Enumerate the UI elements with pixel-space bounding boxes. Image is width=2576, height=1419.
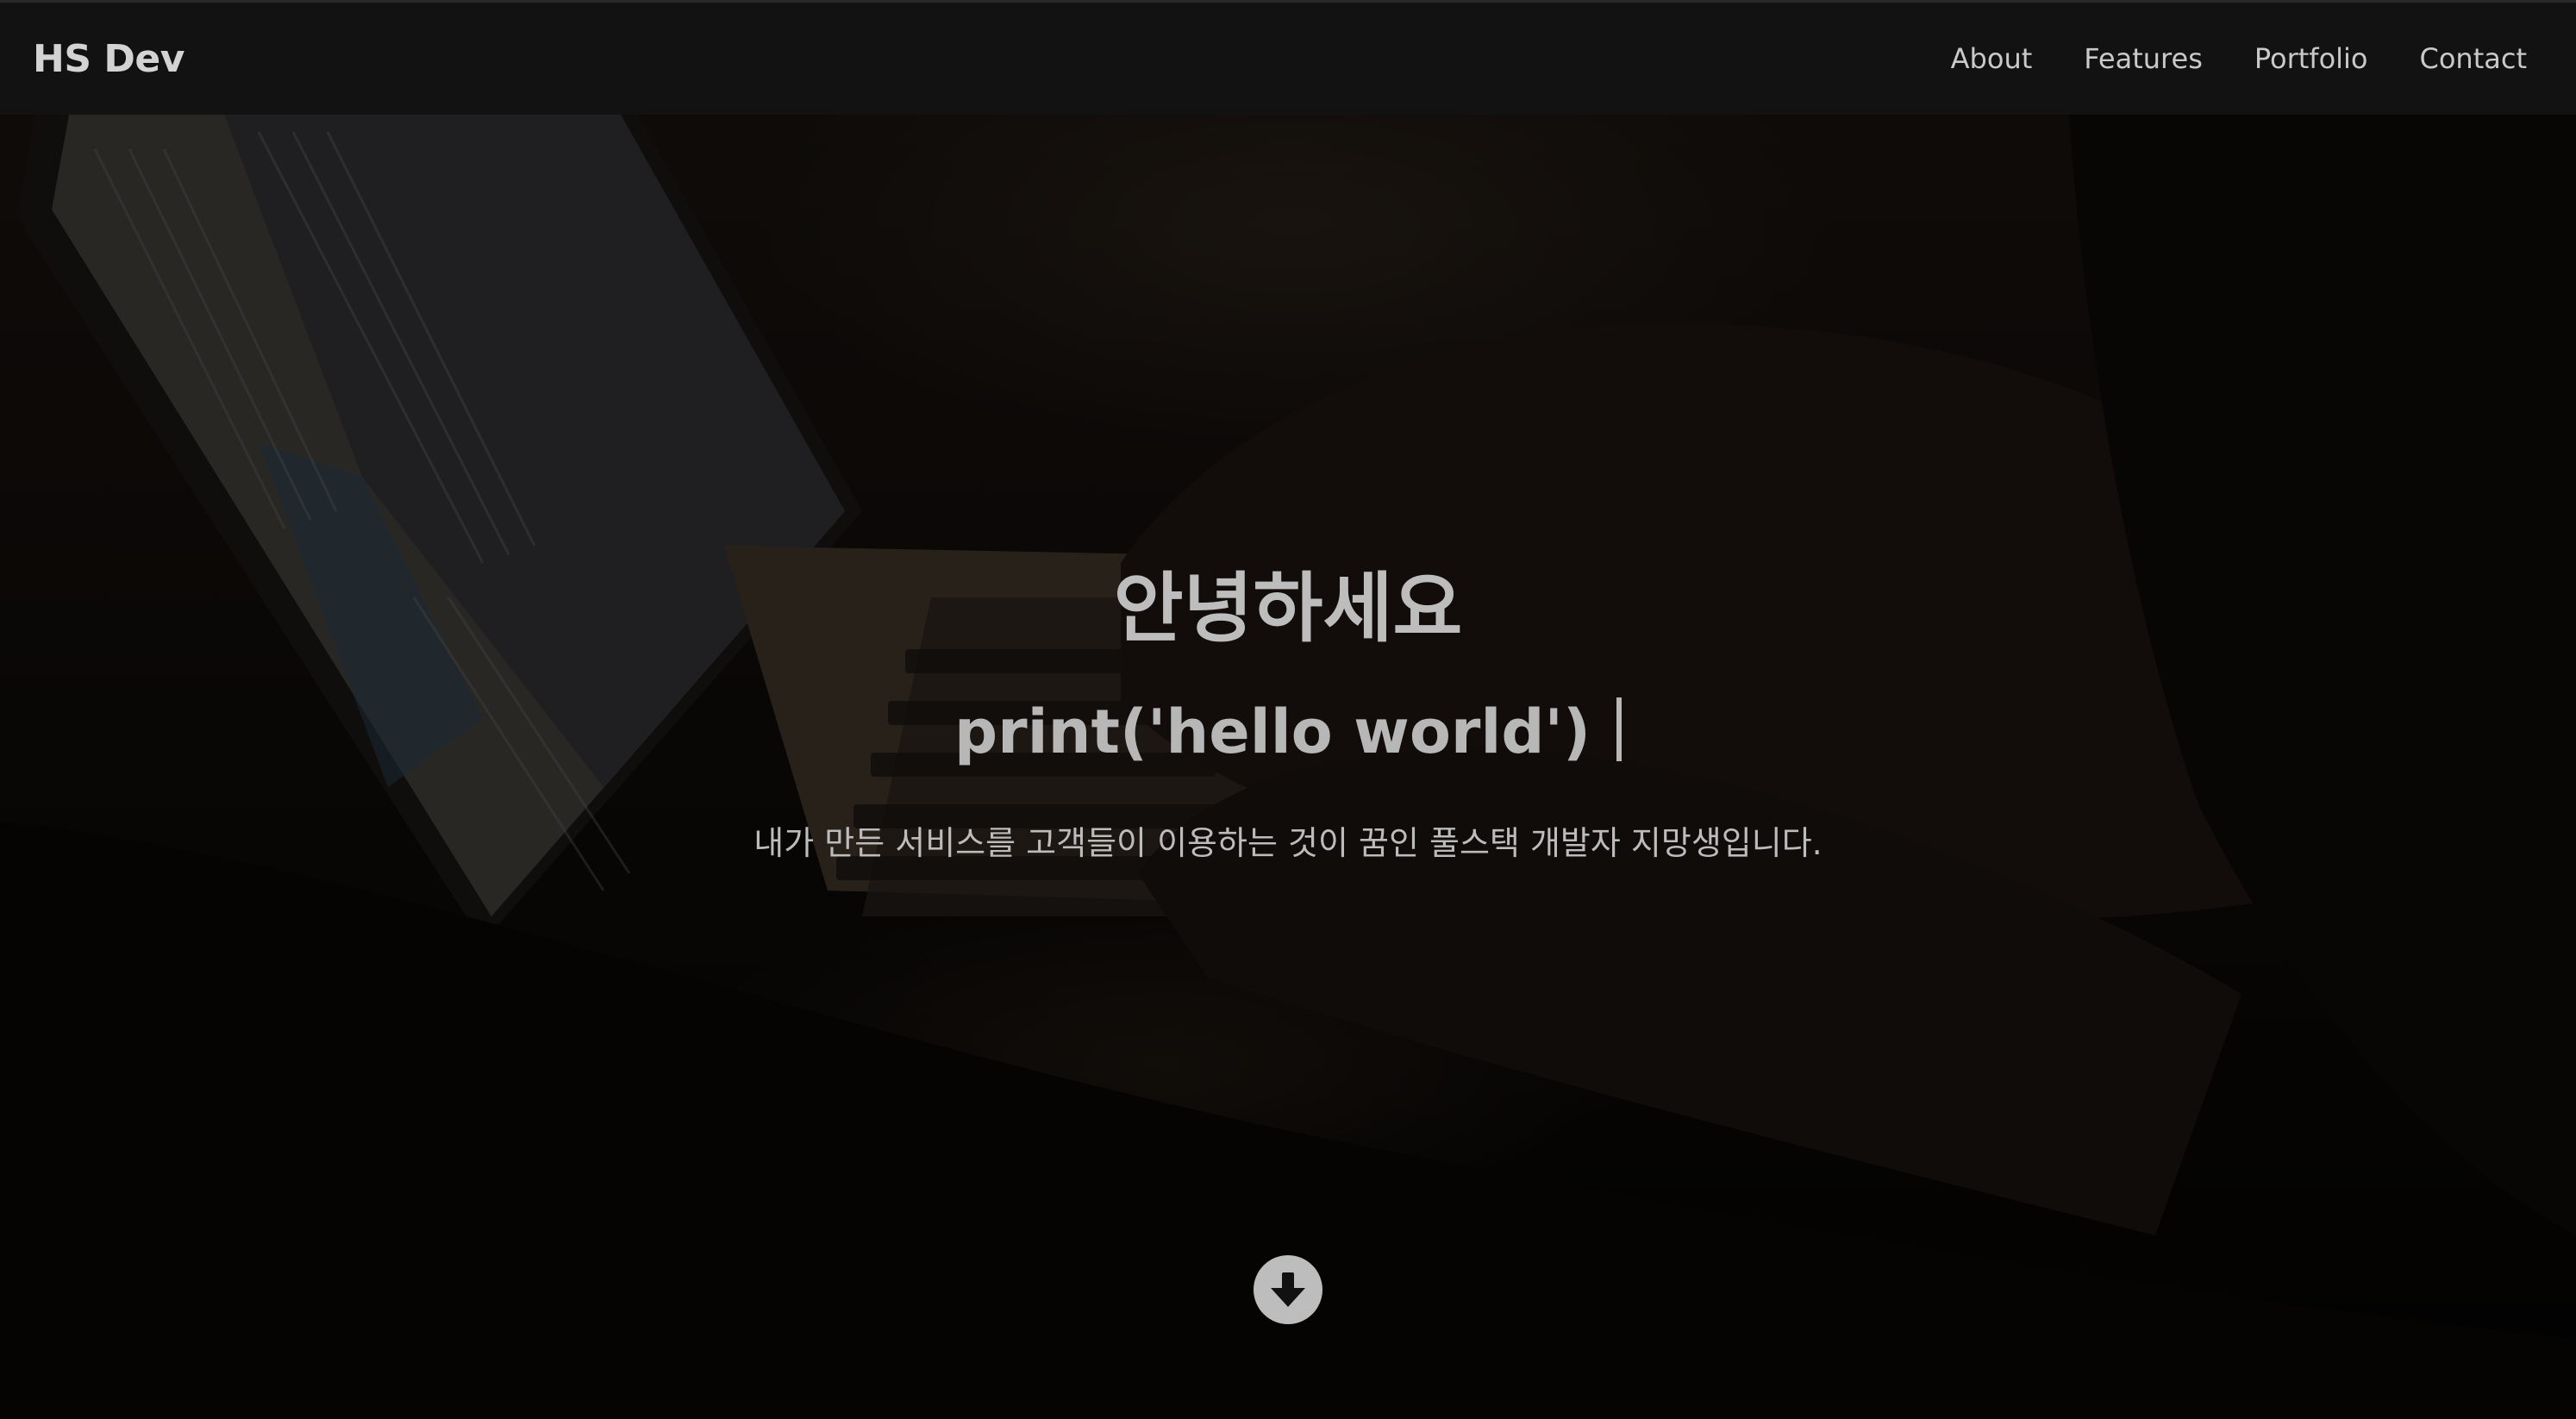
arrow-circle-down-icon [1271, 1272, 1305, 1307]
brand-logo[interactable]: HS Dev [33, 37, 184, 81]
hero-content: 안녕하세요 print('hello world') 내가 만든 서비스를 고객… [0, 563, 2576, 864]
hero-tagline: 내가 만든 서비스를 고객들이 이용하는 것이 꿈인 풀스택 개발자 지망생입니… [753, 823, 1823, 862]
typed-text: print('hello world') [954, 696, 1591, 767]
navbar: HS Dev About Features Portfolio Contact [0, 0, 2576, 115]
typing-cursor [1616, 697, 1622, 761]
hero-greeting: 안녕하세요 [1113, 564, 1463, 653]
nav-link-about[interactable]: About [1951, 42, 2033, 75]
scroll-down-button[interactable] [1254, 1255, 1322, 1324]
typed-code-line: print('hello world') [0, 696, 2576, 768]
nav-link-features[interactable]: Features [2084, 42, 2203, 75]
nav-link-portfolio[interactable]: Portfolio [2254, 42, 2368, 75]
hero-section: 안녕하세요 print('hello world') 내가 만든 서비스를 고객… [0, 115, 2576, 1419]
nav-link-contact[interactable]: Contact [2420, 42, 2528, 75]
nav-links: About Features Portfolio Contact [1951, 42, 2527, 75]
